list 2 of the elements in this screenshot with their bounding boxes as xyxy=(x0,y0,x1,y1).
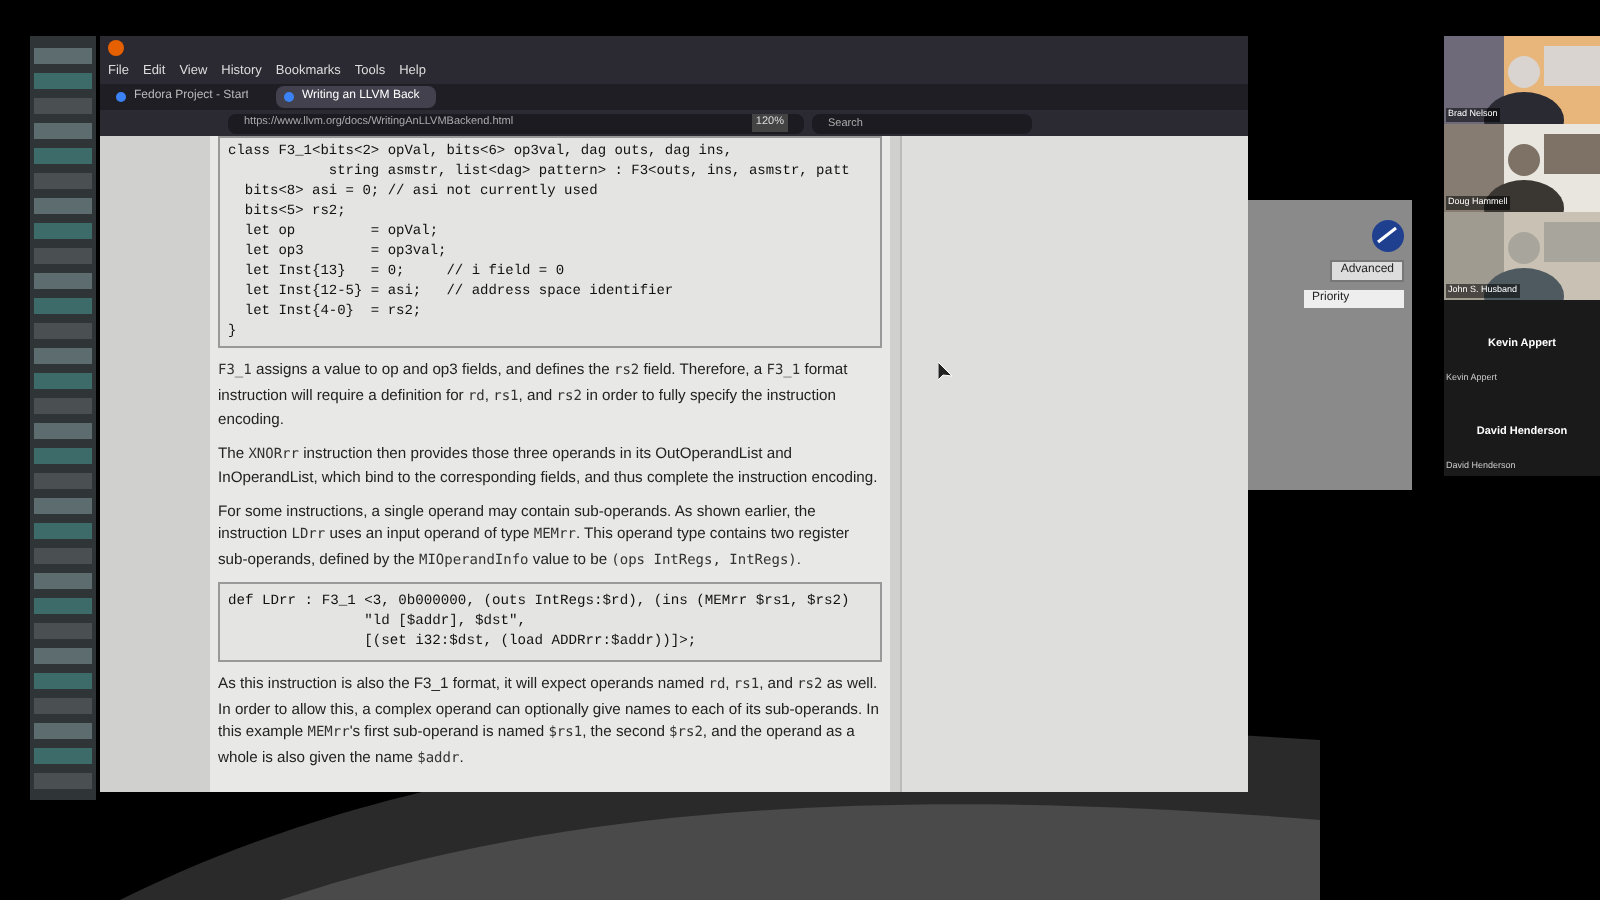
mouse-cursor-icon xyxy=(938,362,952,382)
browser-logo-icon xyxy=(108,40,124,56)
